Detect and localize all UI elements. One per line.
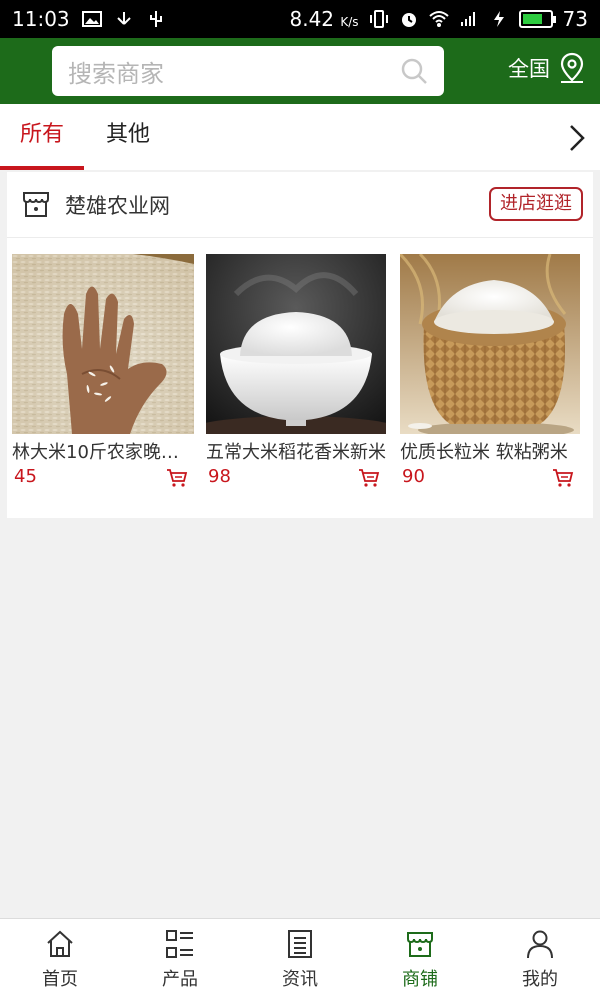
region-label: 全国 bbox=[508, 57, 550, 81]
image-icon bbox=[81, 11, 102, 27]
search-input[interactable]: 搜索商家 bbox=[52, 46, 444, 96]
product-price: 90 bbox=[402, 466, 425, 487]
store-icon bbox=[407, 932, 433, 957]
product-card[interactable]: 优质长粒米 软粘粥米 90 bbox=[400, 254, 580, 490]
battery-level: 73 bbox=[562, 7, 588, 31]
nav-label: 资讯 bbox=[282, 969, 318, 990]
price-row: 45 bbox=[12, 464, 194, 490]
chevron-right-icon[interactable] bbox=[566, 123, 588, 153]
wifi-icon bbox=[428, 11, 449, 27]
price-row: 98 bbox=[206, 464, 386, 490]
region-selector[interactable]: 全国 bbox=[508, 52, 586, 84]
nav-item-profile[interactable]: 我的 bbox=[480, 919, 600, 1000]
product-title[interactable]: 五常大米稻花香米新米 bbox=[206, 438, 386, 464]
tab-other[interactable]: 其他 bbox=[92, 104, 164, 170]
location-pin-icon bbox=[560, 52, 584, 83]
nav-label: 商铺 bbox=[402, 969, 438, 990]
active-tab-indicator bbox=[0, 166, 84, 170]
product-card[interactable]: 林大米10斤农家晚稻新米 45 bbox=[12, 254, 194, 490]
store-icon bbox=[23, 192, 49, 217]
product-price: 98 bbox=[208, 466, 231, 487]
add-to-cart-icon[interactable] bbox=[358, 468, 380, 488]
product-title[interactable]: 优质长粒米 软粘粥米 bbox=[400, 438, 580, 464]
shop-name: 楚雄农业网 bbox=[65, 194, 170, 218]
home-icon bbox=[47, 930, 73, 957]
nav-label: 我的 bbox=[522, 969, 558, 990]
news-icon bbox=[288, 930, 312, 958]
product-price: 45 bbox=[14, 466, 37, 487]
tab-all[interactable]: 所有 bbox=[0, 104, 84, 170]
user-icon bbox=[527, 930, 553, 959]
nav-item-home[interactable]: 首页 bbox=[0, 919, 120, 1000]
usb-icon bbox=[116, 12, 131, 25]
price-row: 90 bbox=[400, 464, 580, 490]
product-image-rice-basket[interactable] bbox=[400, 254, 580, 434]
search-placeholder: 搜索商家 bbox=[68, 59, 164, 88]
clock: 11:03 bbox=[12, 7, 70, 31]
signal-4g-icon bbox=[460, 12, 475, 26]
bottom-nav: 首页 产品 资讯 商铺 我的 bbox=[0, 918, 600, 1000]
add-to-cart-icon[interactable] bbox=[166, 468, 188, 488]
usb-debug-icon bbox=[149, 11, 162, 27]
status-bar: 11:03 8.42 K/s 73 bbox=[0, 0, 600, 38]
nav-item-news[interactable]: 资讯 bbox=[240, 919, 360, 1000]
charging-icon bbox=[493, 11, 504, 27]
product-image-rice-bowl[interactable] bbox=[206, 254, 386, 434]
shop-card: 楚雄农业网 进店逛逛 林大米10斤农家晚稻新米 45 bbox=[7, 172, 593, 518]
search-icon[interactable] bbox=[400, 57, 428, 85]
product-image-rice-in-hand[interactable] bbox=[12, 254, 194, 434]
vibrate-icon bbox=[369, 10, 388, 28]
app-header: 搜索商家 全国 bbox=[0, 38, 600, 104]
product-title[interactable]: 林大米10斤农家晚稻新米 bbox=[12, 438, 194, 464]
nav-item-stores[interactable]: 商铺 bbox=[360, 919, 480, 1000]
grid-list-icon bbox=[166, 930, 193, 958]
alarm-icon bbox=[401, 13, 416, 27]
net-speed: 8.42 K/s bbox=[289, 7, 359, 31]
battery-icon bbox=[518, 10, 556, 28]
add-to-cart-icon[interactable] bbox=[552, 468, 574, 488]
nav-item-products[interactable]: 产品 bbox=[120, 919, 240, 1000]
shop-header: 楚雄农业网 进店逛逛 bbox=[7, 172, 593, 238]
product-card[interactable]: 五常大米稻花香米新米 98 bbox=[206, 254, 386, 490]
nav-label: 首页 bbox=[42, 969, 78, 990]
visit-shop-button[interactable]: 进店逛逛 bbox=[489, 187, 583, 221]
nav-label: 产品 bbox=[162, 969, 198, 990]
category-tabs: 所有 其他 bbox=[0, 104, 600, 170]
